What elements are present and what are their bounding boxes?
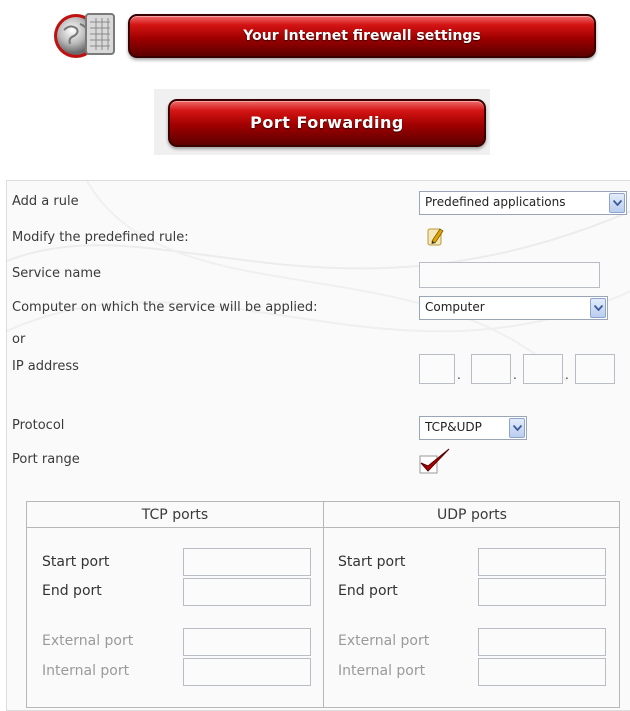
- tcp-internal-port-label: Internal port: [42, 663, 130, 679]
- udp-start-port-label: Start port: [338, 554, 406, 570]
- ports-box: TCP ports UDP ports Start port End port …: [26, 501, 620, 708]
- ip-octet-4[interactable]: [575, 354, 615, 384]
- add-rule-select-value: Predefined applications: [425, 195, 566, 209]
- or-label: or: [12, 332, 26, 347]
- tcp-external-port-label: External port: [42, 633, 134, 649]
- ip-dot: .: [457, 368, 461, 382]
- section-title: Port Forwarding: [168, 99, 486, 147]
- udp-internal-port-label: Internal port: [338, 663, 426, 679]
- edit-pencil-icon[interactable]: [426, 225, 446, 247]
- service-name-label: Service name: [12, 266, 102, 281]
- udp-external-port-input[interactable]: [478, 628, 606, 656]
- tcp-external-port-input[interactable]: [183, 628, 311, 656]
- port-range-label: Port range: [12, 452, 80, 467]
- tcp-start-port-label: Start port: [42, 554, 110, 570]
- ip-octet-2[interactable]: [471, 354, 511, 384]
- service-name-input[interactable]: [419, 262, 600, 288]
- computer-select-value: Computer: [425, 300, 485, 314]
- udp-end-port-input[interactable]: [478, 578, 606, 606]
- ports-divider: [323, 502, 324, 707]
- udp-start-port-input[interactable]: [478, 548, 606, 576]
- ip-dot: .: [513, 368, 517, 382]
- ip-address-label: IP address: [12, 359, 79, 374]
- udp-external-port-label: External port: [338, 633, 430, 649]
- ip-octet-3[interactable]: [523, 354, 563, 384]
- page-title: Your Internet firewall settings: [128, 14, 596, 58]
- ip-dot: .: [565, 368, 569, 382]
- modify-rule-label: Modify the predefined rule:: [12, 230, 189, 245]
- protocol-select-value: TCP&UDP: [425, 420, 482, 434]
- tcp-end-port-label: End port: [42, 583, 102, 599]
- ports-header-line: [27, 527, 619, 528]
- port-range-checkbox[interactable]: [419, 447, 451, 475]
- protocol-label: Protocol: [12, 418, 65, 433]
- udp-ports-header: UDP ports: [437, 507, 507, 523]
- protocol-select[interactable]: TCP&UDP: [419, 416, 527, 440]
- chevron-down-icon[interactable]: [590, 298, 606, 318]
- udp-end-port-label: End port: [338, 583, 398, 599]
- tcp-start-port-input[interactable]: [183, 548, 311, 576]
- add-rule-select[interactable]: Predefined applications: [419, 191, 627, 215]
- computer-select[interactable]: Computer: [419, 296, 608, 320]
- add-rule-label: Add a rule: [12, 194, 79, 209]
- chevron-down-icon[interactable]: [509, 418, 525, 438]
- chevron-down-icon[interactable]: [609, 193, 625, 213]
- globe-firewall-icon: [50, 8, 120, 60]
- tcp-internal-port-input[interactable]: [183, 658, 311, 686]
- ip-octet-1[interactable]: [419, 354, 455, 384]
- computer-label: Computer on which the service will be ap…: [12, 300, 318, 315]
- tcp-ports-header: TCP ports: [141, 507, 209, 523]
- udp-internal-port-input[interactable]: [478, 658, 606, 686]
- checkmark-icon: [419, 448, 450, 474]
- tcp-end-port-input[interactable]: [183, 578, 311, 606]
